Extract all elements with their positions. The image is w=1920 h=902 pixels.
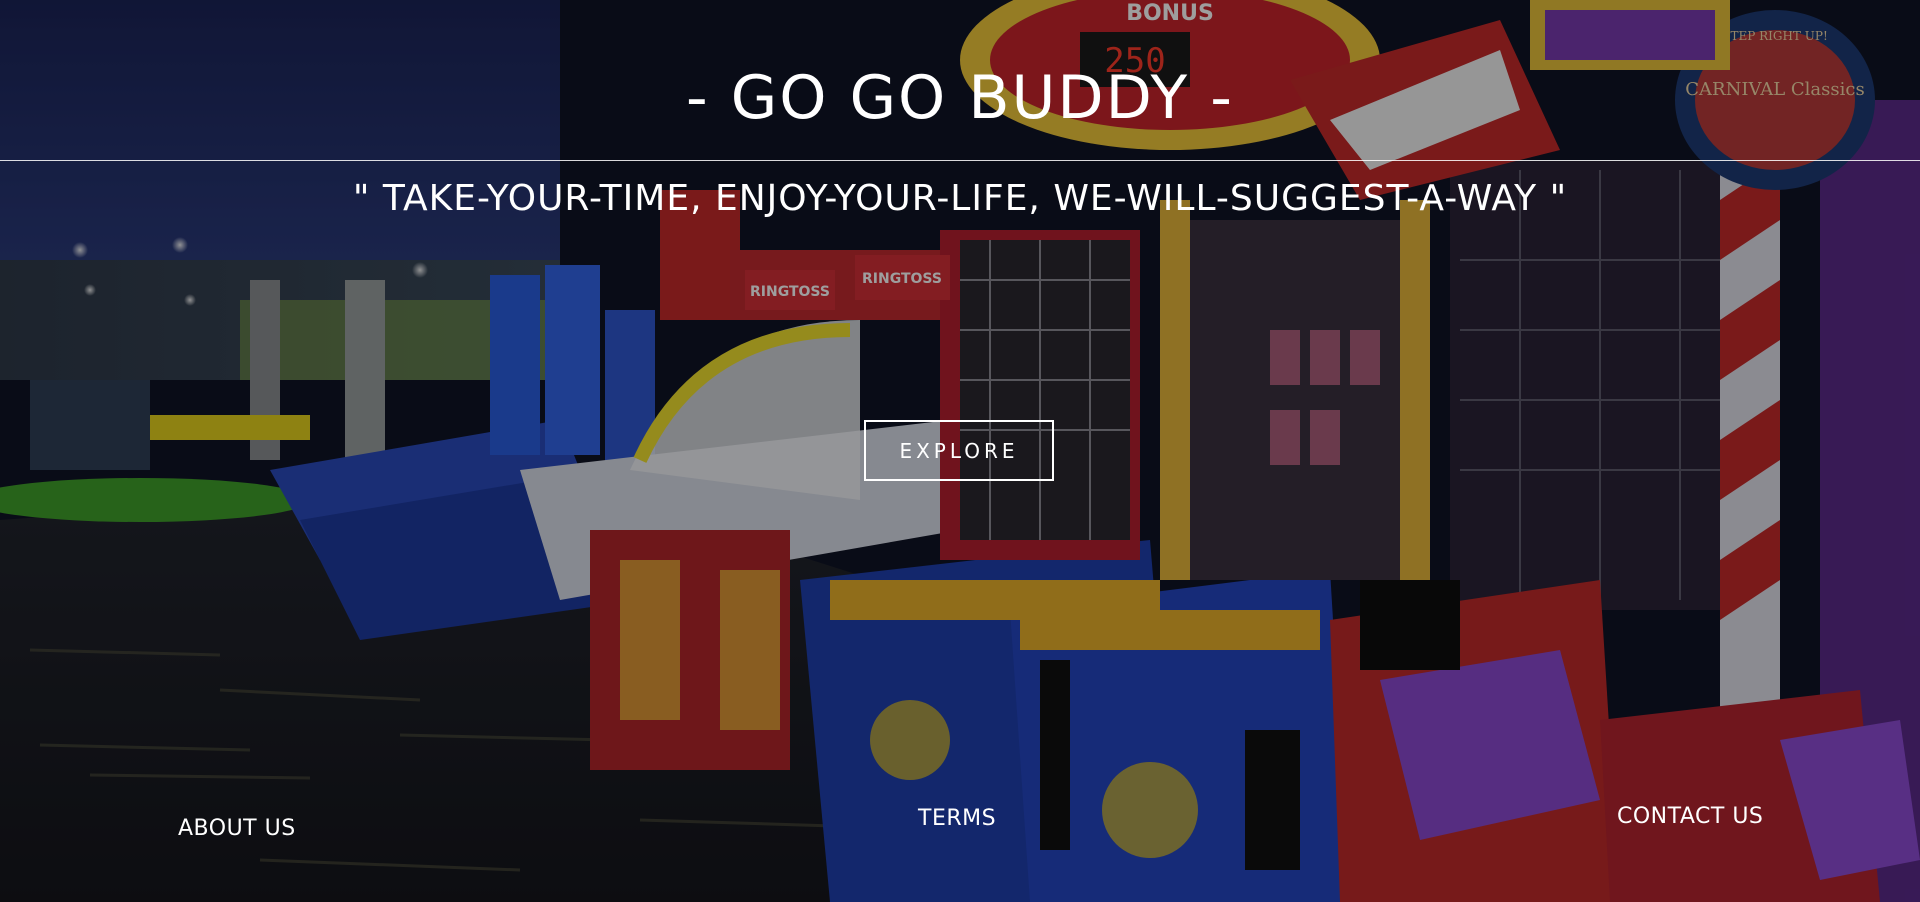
terms-link[interactable]: TERMS — [918, 806, 996, 831]
site-title: - GO GO BUDDY - — [686, 63, 1234, 133]
explore-button[interactable]: EXPLORE — [864, 420, 1054, 481]
about-us-link[interactable]: ABOUT US — [178, 816, 296, 841]
header-divider — [0, 160, 1920, 161]
hero-section: 250 BONUS CARNIVAL Classics STEP RIGHT U… — [0, 0, 1920, 902]
tagline: " TAKE-YOUR-TIME, ENJOY-YOUR-LIFE, WE-WI… — [352, 178, 1568, 219]
contact-us-link[interactable]: CONTACT US — [1617, 804, 1763, 829]
